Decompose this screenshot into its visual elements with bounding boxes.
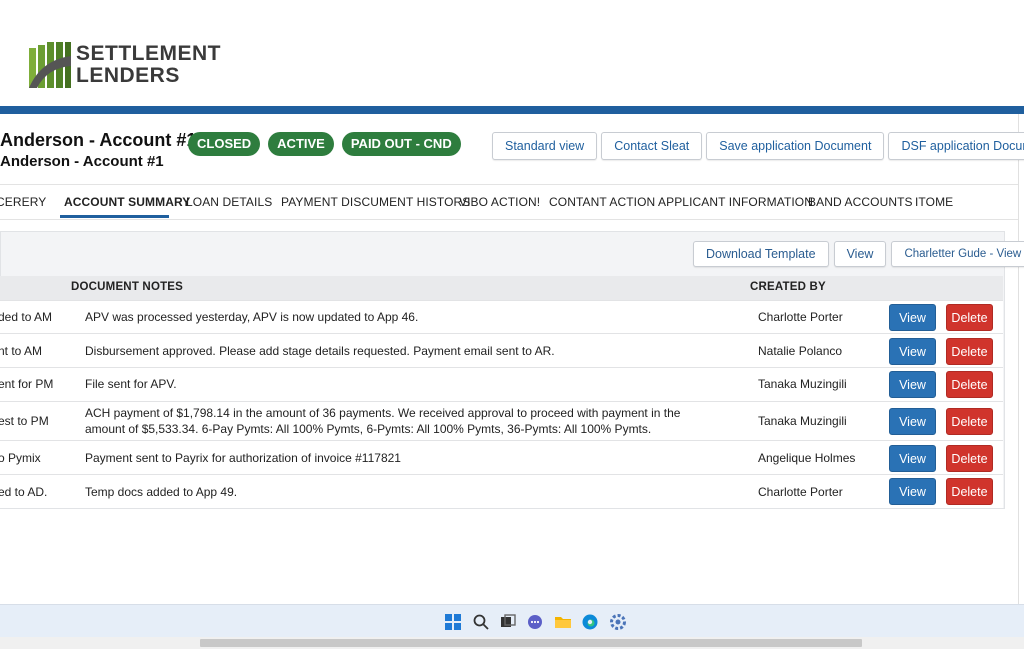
status-badges: CLOSED ACTIVE PAID OUT - CND: [188, 132, 461, 156]
account-subtitle: Anderson - Account #1: [0, 153, 164, 170]
standard-view-button[interactable]: Standard view: [492, 132, 598, 160]
account-title: Anderson - Account #1: [0, 130, 197, 150]
tab-cerery[interactable]: CERERY: [0, 195, 46, 209]
tab-itome[interactable]: ITOME: [915, 195, 953, 209]
row-created-by: Natalie Polanco: [758, 344, 843, 358]
brand-line1: SETTLEMENT: [76, 42, 221, 65]
tab-band-accounts[interactable]: BAND ACCOUNTS: [808, 195, 913, 209]
row-note: ACH payment of $1,798.14 in the amount o…: [85, 406, 681, 436]
row-type-cell: o Pymix: [0, 451, 41, 465]
row-view-button[interactable]: View: [889, 445, 936, 472]
row-created-by: Tanaka Muzingili: [758, 414, 847, 428]
row-created-by: Angelique Holmes: [758, 451, 856, 465]
row-delete-button[interactable]: Delete: [946, 371, 993, 398]
download-template-button[interactable]: Download Template: [693, 241, 829, 267]
row-created-by: Charlotte Porter: [758, 310, 843, 324]
logo-mark-icon: [29, 42, 71, 88]
status-badge-active: ACTIVE: [268, 132, 334, 156]
table-row: o Pymix Payment sent to Payrix for autho…: [0, 440, 1003, 475]
row-type-cell: ded to AM: [0, 310, 53, 324]
header-divider: [0, 106, 1024, 114]
row-delete-button[interactable]: Delete: [946, 478, 993, 505]
table-row: ent for PM File sent for APV. Tanaka Muz…: [0, 367, 1003, 402]
active-tab-indicator: [60, 215, 169, 218]
row-type-cell: ent for PM: [0, 377, 54, 391]
save-application-document-button[interactable]: Save application Document: [706, 132, 885, 160]
row-created-by: Tanaka Muzingili: [758, 377, 847, 391]
table-row: ed to AD. Temp docs added to App 49. Cha…: [0, 474, 1003, 508]
row-view-button[interactable]: View: [889, 338, 936, 365]
row-note: Payment sent to Payrix for authorization…: [85, 451, 401, 465]
account-actions: Standard view Contact Sleat Save applica…: [492, 132, 1024, 160]
row-type-cell: est to PM: [0, 414, 49, 428]
row-delete-button[interactable]: Delete: [946, 304, 993, 331]
tab-vibo-action[interactable]: VIBO ACTION!: [459, 195, 540, 209]
tab-contant-action[interactable]: CONTANT ACTION: [549, 195, 655, 209]
card-toolbar: Download Template View Charletter Gude -…: [693, 241, 1024, 267]
settings-icon[interactable]: [610, 614, 626, 630]
column-header-notes: DOCUMENT NOTES: [71, 281, 184, 293]
row-note: APV was processed yesterday, APV is now …: [85, 310, 419, 324]
row-delete-button[interactable]: Delete: [946, 338, 993, 365]
tab-applicant-information[interactable]: APPLICANT INFORMATION: [658, 195, 813, 209]
scrollbar-thumb[interactable]: [200, 639, 862, 647]
brand-line2: LENDERS: [76, 64, 180, 87]
row-view-button[interactable]: View: [889, 371, 936, 398]
row-note: File sent for APV.: [85, 377, 177, 391]
search-icon[interactable]: [473, 614, 489, 630]
taskbar: [0, 604, 1024, 638]
brand-logo: SETTLEMENT LENDERS: [29, 41, 221, 89]
tab-payment-document-history[interactable]: PAYMENT DISCUMENT HISTORS: [281, 195, 470, 209]
dsf-application-document-button[interactable]: DSF application Document: [888, 132, 1024, 160]
brand-name: SETTLEMENT LENDERS: [76, 43, 221, 87]
windows-start-icon[interactable]: [445, 614, 461, 630]
tab-bar: CERERY ACCOUNT SUMMARY LOAN DETAILS PAYM…: [0, 184, 1018, 220]
row-view-button[interactable]: View: [889, 478, 936, 505]
contact-button[interactable]: Contact Sleat: [601, 132, 703, 160]
row-note: Disbursement approved. Please add stage …: [85, 344, 555, 358]
status-badge-closed: CLOSED: [188, 132, 261, 156]
row-type-cell: nt to AM: [0, 344, 43, 358]
tab-loan-details[interactable]: LOAN DETAILS: [186, 195, 272, 209]
table-header: DOCUMENT NOTES CREATED BY: [0, 276, 1003, 300]
guide-view-button[interactable]: Charletter Gude - View: [891, 241, 1024, 267]
row-view-button[interactable]: View: [889, 408, 936, 435]
status-badge-paid-out: PAID OUT - CND: [341, 132, 461, 156]
view-button[interactable]: View: [833, 241, 887, 267]
row-note: Temp docs added to App 49.: [85, 485, 238, 499]
row-delete-button[interactable]: Delete: [946, 445, 993, 472]
row-type-cell: ed to AD.: [0, 485, 48, 499]
table-row: ded to AM APV was processed yesterday, A…: [0, 300, 1003, 334]
row-delete-button[interactable]: Delete: [946, 408, 993, 435]
table-row: nt to AM Disbursement approved. Please a…: [0, 333, 1003, 368]
horizontal-scrollbar[interactable]: [0, 637, 1024, 649]
table-row: est to PM ACH payment of $1,798.14 in th…: [0, 401, 1003, 441]
row-view-button[interactable]: View: [889, 304, 936, 331]
tab-account-summary[interactable]: ACCOUNT SUMMARY: [64, 195, 190, 209]
row-created-by: Charlotte Porter: [758, 485, 843, 499]
column-header-created-by: CREATED BY: [750, 281, 826, 293]
edge-browser-icon[interactable]: [582, 614, 598, 630]
chat-icon[interactable]: [527, 614, 543, 630]
file-explorer-icon[interactable]: [555, 614, 571, 630]
task-view-icon[interactable]: [500, 614, 516, 630]
